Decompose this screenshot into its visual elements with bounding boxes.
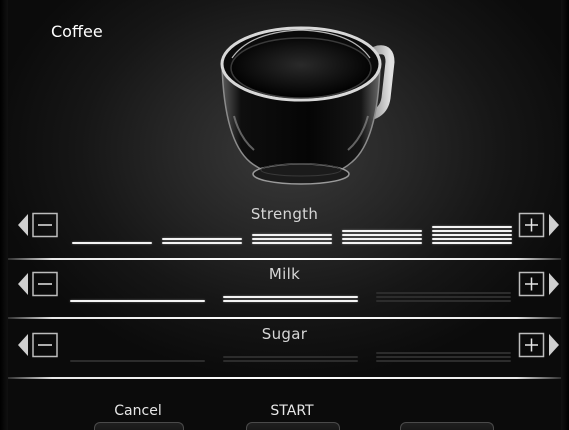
strength-increase-button[interactable] [517,211,561,239]
sugar-increase-button[interactable] [517,331,561,359]
separator [8,317,561,319]
strength-level-2 [162,232,242,244]
cancel-button-frame [94,422,184,430]
strength-decrease-button[interactable] [16,211,60,239]
sugar-level-1 [70,352,205,362]
page-title: Coffee [51,22,103,41]
sugar-decrease-button[interactable] [16,331,60,359]
sugar-level-2 [223,352,358,362]
coffee-cup-icon [220,26,395,185]
arrow-right-icon [549,334,559,356]
separator [8,377,561,379]
milk-level-2 [223,292,358,302]
start-button-frame [246,422,340,430]
strength-level-1 [72,232,152,244]
arrow-left-icon [18,273,28,295]
separator [8,258,561,260]
arrow-left-icon [18,214,28,236]
milk-level-3 [376,290,511,302]
cancel-button[interactable]: Cancel [98,403,178,419]
start-button[interactable]: START [250,403,334,419]
arrow-left-icon [18,334,28,356]
milk-label: Milk [268,265,301,283]
milk-increase-button[interactable] [517,270,561,298]
coffee-screen: Coffee Strength Milk Sugar Cancel START [0,0,569,430]
third-button-frame [400,422,494,430]
milk-level-1 [70,292,205,302]
sugar-level-3 [376,350,511,362]
strength-level-5 [432,218,512,244]
arrow-right-icon [549,214,559,236]
sugar-label: Sugar [261,325,308,343]
strength-level-3 [252,226,332,244]
strength-level-4 [342,222,422,244]
arrow-right-icon [549,273,559,295]
milk-decrease-button[interactable] [16,270,60,298]
